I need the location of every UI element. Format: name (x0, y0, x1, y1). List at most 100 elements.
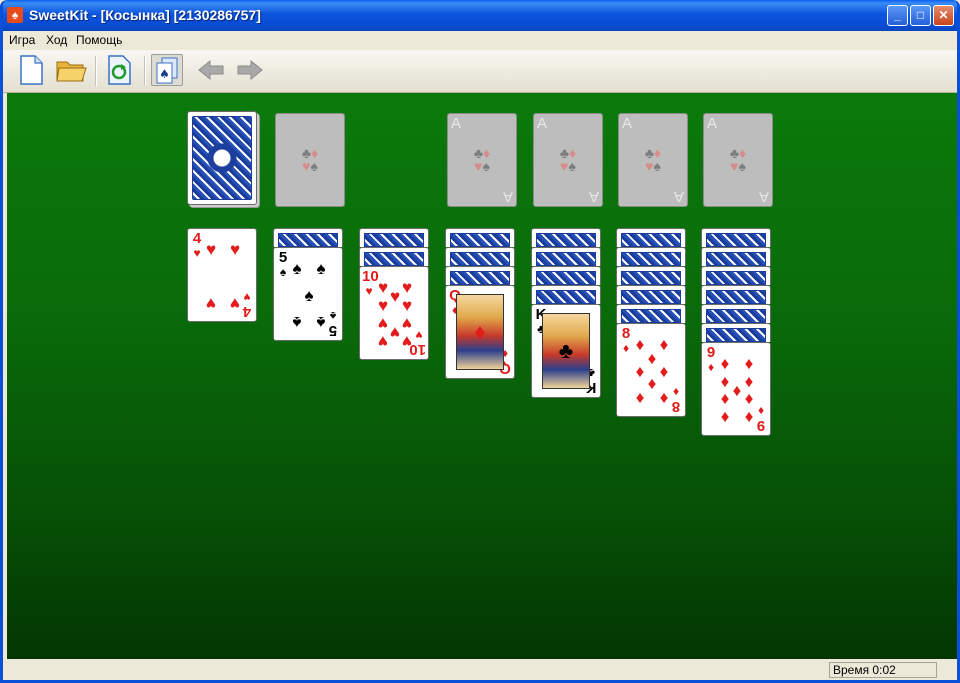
foundation-letter: A (622, 115, 633, 132)
card-back-pattern (192, 116, 252, 200)
court-suit: ♦ (474, 319, 486, 344)
face-down-card (616, 304, 686, 323)
menu-move[interactable]: Ход (46, 33, 67, 47)
face-down-card (701, 285, 771, 304)
court-suit: ♣ (558, 338, 574, 363)
tableau-card[interactable]: 9 ♦ 9 ♦ ♦ ♦ ♦ ♦ ♦ ♦ ♦ ♦ ♦ (701, 342, 771, 436)
face-down-card (701, 323, 771, 342)
card-pip: ♥ (229, 294, 241, 313)
card-pip: ♥ (229, 240, 241, 259)
face-down-card (616, 228, 686, 247)
foundation-slot[interactable]: A A ♣♦ ♥♠ (703, 113, 773, 207)
slot-suit-marks: ♣♦ ♥♠ (729, 145, 747, 174)
face-down-card (531, 285, 601, 304)
redo-arrow-icon (237, 59, 263, 81)
foundation-letter: A (451, 115, 462, 132)
face-down-card (701, 247, 771, 266)
tableau-card[interactable]: Q ♦ Q ♦ ♦ (445, 285, 515, 379)
card-pip: ♥ (401, 332, 413, 351)
face-down-card (531, 228, 601, 247)
menu-bar: Игра Ход Помощь (3, 31, 957, 50)
card-pip: ♥ (377, 296, 389, 315)
tableau-card[interactable]: 8 ♦ 8 ♦ ♦ ♦ ♦ ♦ ♦ ♦ ♦ ♦ (616, 323, 686, 417)
card-pip: ♦ (744, 408, 754, 427)
redo-button[interactable] (235, 54, 267, 86)
open-game-button[interactable] (55, 54, 87, 86)
open-folder-icon (56, 61, 87, 82)
face-down-card (701, 304, 771, 323)
card-pip: ♦ (635, 389, 645, 408)
card-pip: ♠ (316, 259, 326, 278)
minimize-button[interactable]: _ (887, 5, 908, 26)
window-title: SweetKit - [Косынка] [2130286757] (29, 7, 261, 23)
face-down-card (531, 247, 601, 266)
stock-pile[interactable] (187, 111, 257, 205)
foundation-letter: A (673, 188, 684, 205)
face-down-card (616, 266, 686, 285)
undo-button[interactable] (196, 54, 228, 86)
card-pip: ♠ (304, 286, 314, 305)
tableau-card[interactable]: K ♣ K ♣ ♣ (531, 304, 601, 398)
deal-cards-button[interactable]: ♠ (151, 54, 183, 86)
card-pip: ♠ (292, 313, 302, 332)
foundation-letter: A (502, 188, 513, 205)
face-down-card (445, 247, 515, 266)
card-pip: ♥ (377, 332, 389, 351)
face-down-card (445, 228, 515, 247)
title-bar[interactable]: ♠ SweetKit - [Косынка] [2130286757] _ □ … (3, 0, 957, 31)
toolbar-separator (144, 56, 146, 86)
close-button[interactable]: ✕ (933, 5, 954, 26)
undo-arrow-icon (198, 59, 224, 81)
new-game-icon (20, 55, 43, 85)
restart-button[interactable] (104, 54, 136, 86)
new-game-button[interactable] (16, 54, 48, 86)
menu-game[interactable]: Игра (9, 33, 35, 47)
toolbar-separator (95, 56, 97, 86)
slot-suit-marks: ♣♦ ♥♠ (301, 145, 319, 174)
card-pip: ♦ (720, 390, 730, 409)
face-down-card (273, 228, 343, 247)
foundation-letter: A (707, 115, 718, 132)
slot-suit-marks: ♣♦ ♥♠ (473, 145, 491, 174)
face-down-card (445, 266, 515, 285)
card-pip: ♦ (659, 389, 669, 408)
game-table[interactable]: ♣♦ ♥♠ A A ♣♦ ♥♠ A A ♣♦ ♥♠ A A ♣♦ ♥♠ A A ♣♦ ♥♠ 4 ♥ 4 ♥ ♥ ♥ ♥ ♥ 5 ♠… (7, 93, 957, 659)
tableau-card[interactable]: 10 ♥ 10 ♥ ♥ ♥ ♥ ♥ ♥ ♥ ♥ ♥ ♥ ♥ (359, 266, 429, 360)
court-card-face: ♣ (542, 313, 590, 389)
face-down-card (616, 247, 686, 266)
slot-suit-marks: ♣♦ ♥♠ (559, 145, 577, 174)
foundation-slot[interactable]: A A ♣♦ ♥♠ (447, 113, 517, 207)
face-down-card (359, 228, 429, 247)
foundation-letter: A (537, 115, 548, 132)
sweetkit-app-icon[interactable]: ♠ (7, 7, 23, 23)
foundation-letter: A (588, 188, 599, 205)
card-pip: ♥ (205, 240, 217, 259)
foundation-slot[interactable]: A A ♣♦ ♥♠ (618, 113, 688, 207)
card-pip: ♦ (744, 354, 754, 373)
elapsed-time: Время 0:02 (829, 662, 937, 678)
tableau-card[interactable]: 5 ♠ 5 ♠ ♠ ♠ ♠ ♠ ♠ (273, 247, 343, 341)
card-pip: ♦ (744, 390, 754, 409)
face-down-card (359, 247, 429, 266)
status-bar: Время 0:02 (3, 659, 957, 680)
waste-pile-slot[interactable]: ♣♦ ♥♠ (275, 113, 345, 207)
svg-text:♠: ♠ (159, 67, 170, 81)
toolbar: ♠ (3, 50, 957, 93)
face-down-card (531, 266, 601, 285)
maximize-button[interactable]: □ (910, 5, 931, 26)
court-card-face: ♦ (456, 294, 504, 370)
foundation-slot[interactable]: A A ♣♦ ♥♠ (533, 113, 603, 207)
face-down-card (701, 266, 771, 285)
card-pip: ♠ (292, 259, 302, 278)
tableau-card[interactable]: 4 ♥ 4 ♥ ♥ ♥ ♥ ♥ (187, 228, 257, 322)
face-down-card (701, 228, 771, 247)
card-pip: ♥ (205, 294, 217, 313)
menu-help[interactable]: Помощь (76, 33, 122, 47)
face-down-card (616, 285, 686, 304)
card-pip: ♥ (401, 296, 413, 315)
foundation-letter: A (758, 188, 769, 205)
card-pip: ♠ (316, 313, 326, 332)
card-pip: ♦ (720, 354, 730, 373)
app-window: ♠ SweetKit - [Косынка] [2130286757] _ □ … (0, 0, 960, 683)
slot-suit-marks: ♣♦ ♥♠ (644, 145, 662, 174)
